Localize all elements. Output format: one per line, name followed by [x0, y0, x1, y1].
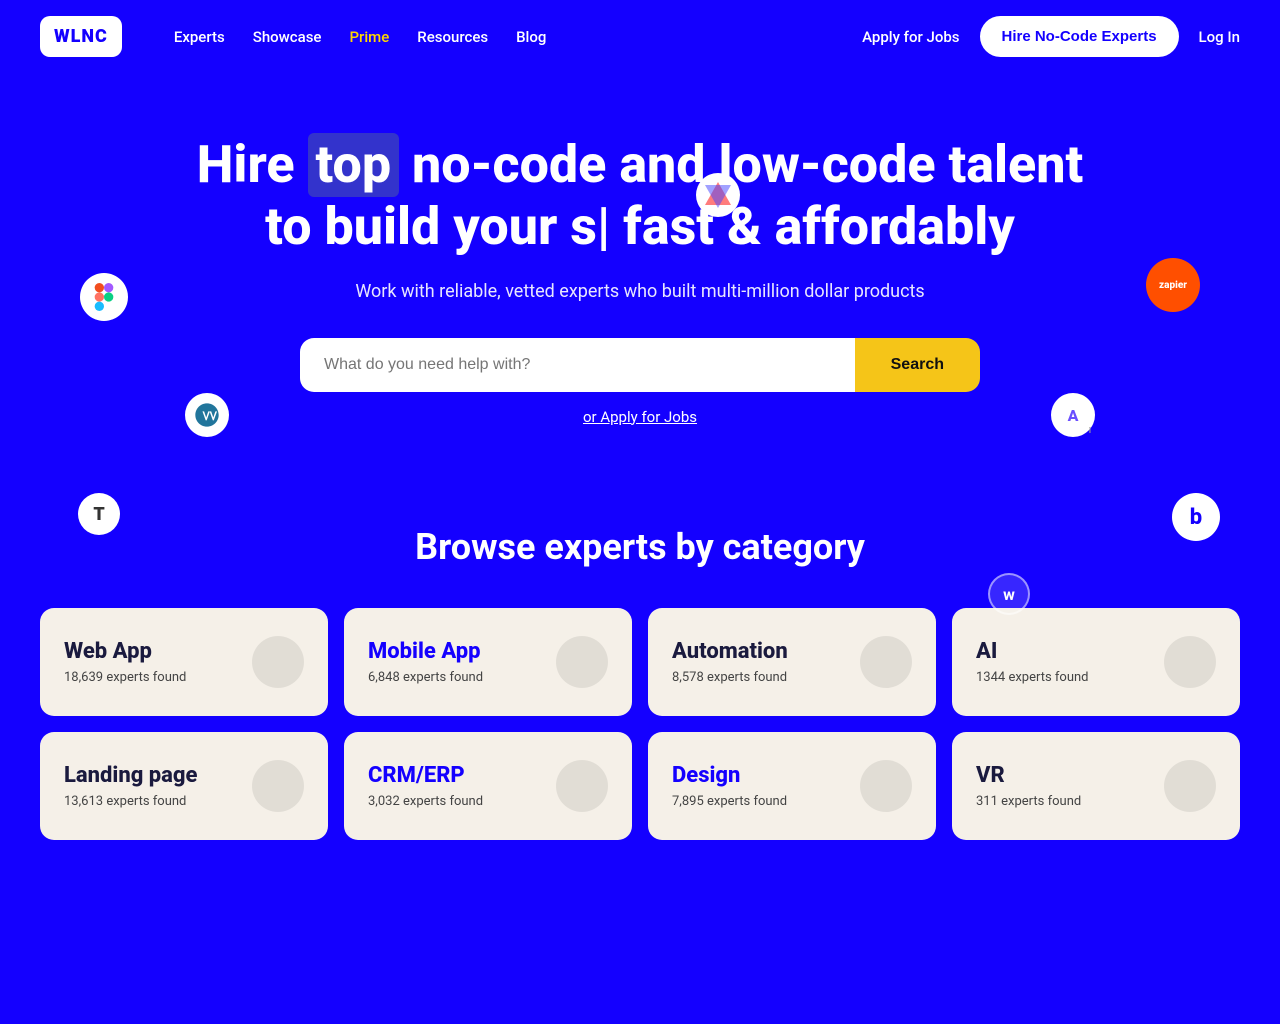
category-info: VR 311 experts found	[976, 763, 1081, 809]
category-info: Design 7,895 experts found	[672, 763, 787, 809]
category-icon	[252, 760, 304, 812]
category-card[interactable]: Design 7,895 experts found	[648, 732, 936, 840]
category-card[interactable]: Automation 8,578 experts found	[648, 608, 936, 716]
nav-links: Experts Showcase Prime Resources Blog	[174, 28, 547, 46]
category-name: VR	[976, 763, 1081, 788]
category-name: Automation	[672, 639, 788, 664]
category-name: Landing page	[64, 763, 197, 788]
nav-login[interactable]: Log In	[1199, 28, 1240, 46]
category-icon	[556, 760, 608, 812]
category-count: 13,613 experts found	[64, 794, 197, 809]
hero-headline: Hire top no-code and low-code talent to …	[190, 133, 1090, 257]
category-card[interactable]: Landing page 13,613 experts found	[40, 732, 328, 840]
category-card[interactable]: VR 311 experts found	[952, 732, 1240, 840]
search-button[interactable]: Search	[855, 338, 980, 392]
category-name: Mobile App	[368, 639, 483, 664]
category-count: 3,032 experts found	[368, 794, 483, 809]
category-icon	[252, 636, 304, 688]
category-icon	[860, 636, 912, 688]
category-card[interactable]: CRM/ERP 3,032 experts found	[344, 732, 632, 840]
search-bar: Search	[300, 338, 980, 392]
hero-subtitle: Work with reliable, vetted experts who b…	[40, 281, 1240, 302]
category-count: 1344 experts found	[976, 670, 1089, 685]
nav-prime[interactable]: Prime	[349, 28, 389, 46]
category-count: 18,639 experts found	[64, 670, 186, 685]
hero-section: zapier A i T b w Hire top no-code and lo…	[0, 73, 1280, 486]
hero-highlight: top	[308, 133, 400, 197]
bubble-icon: b	[1172, 493, 1220, 541]
category-icon	[860, 760, 912, 812]
category-info: CRM/ERP 3,032 experts found	[368, 763, 483, 809]
category-info: Landing page 13,613 experts found	[64, 763, 197, 809]
browse-title: Browse experts by category	[40, 526, 1240, 568]
tt-icon: T	[78, 493, 120, 535]
zapier-icon: zapier	[1146, 258, 1200, 312]
multicolor-icon	[696, 173, 740, 217]
nav-resources[interactable]: Resources	[417, 28, 488, 46]
wordpress-icon	[185, 393, 229, 437]
category-icon	[1164, 636, 1216, 688]
category-card[interactable]: AI 1344 experts found	[952, 608, 1240, 716]
search-input[interactable]	[300, 338, 855, 392]
nav-right: Apply for Jobs Hire No-Code Experts Log …	[862, 16, 1240, 57]
category-count: 6,848 experts found	[368, 670, 483, 685]
nav-apply-jobs[interactable]: Apply for Jobs	[862, 28, 959, 46]
category-name: AI	[976, 639, 1089, 664]
navbar: WLNC Experts Showcase Prime Resources Bl…	[0, 0, 1280, 73]
hire-experts-button[interactable]: Hire No-Code Experts	[980, 16, 1179, 57]
category-card[interactable]: Web App 18,639 experts found	[40, 608, 328, 716]
nav-blog[interactable]: Blog	[516, 28, 546, 46]
category-count: 8,578 experts found	[672, 670, 788, 685]
browse-section: Browse experts by category Web App 18,63…	[0, 486, 1280, 900]
category-card[interactable]: Mobile App 6,848 experts found	[344, 608, 632, 716]
category-info: Automation 8,578 experts found	[672, 639, 788, 685]
category-name: Web App	[64, 639, 186, 664]
nav-experts[interactable]: Experts	[174, 28, 225, 46]
figma-icon	[80, 273, 128, 321]
nav-showcase[interactable]: Showcase	[253, 28, 322, 46]
webflow-icon: w	[988, 573, 1030, 615]
category-name: Design	[672, 763, 787, 788]
category-name: CRM/ERP	[368, 763, 483, 788]
category-count: 7,895 experts found	[672, 794, 787, 809]
logo[interactable]: WLNC	[40, 16, 122, 57]
category-info: AI 1344 experts found	[976, 639, 1089, 685]
adalo-icon: A i	[1051, 393, 1095, 437]
category-icon	[556, 636, 608, 688]
categories-grid: Web App 18,639 experts found Mobile App …	[40, 608, 1240, 840]
category-info: Web App 18,639 experts found	[64, 639, 186, 685]
category-info: Mobile App 6,848 experts found	[368, 639, 483, 685]
category-count: 311 experts found	[976, 794, 1081, 809]
category-icon	[1164, 760, 1216, 812]
